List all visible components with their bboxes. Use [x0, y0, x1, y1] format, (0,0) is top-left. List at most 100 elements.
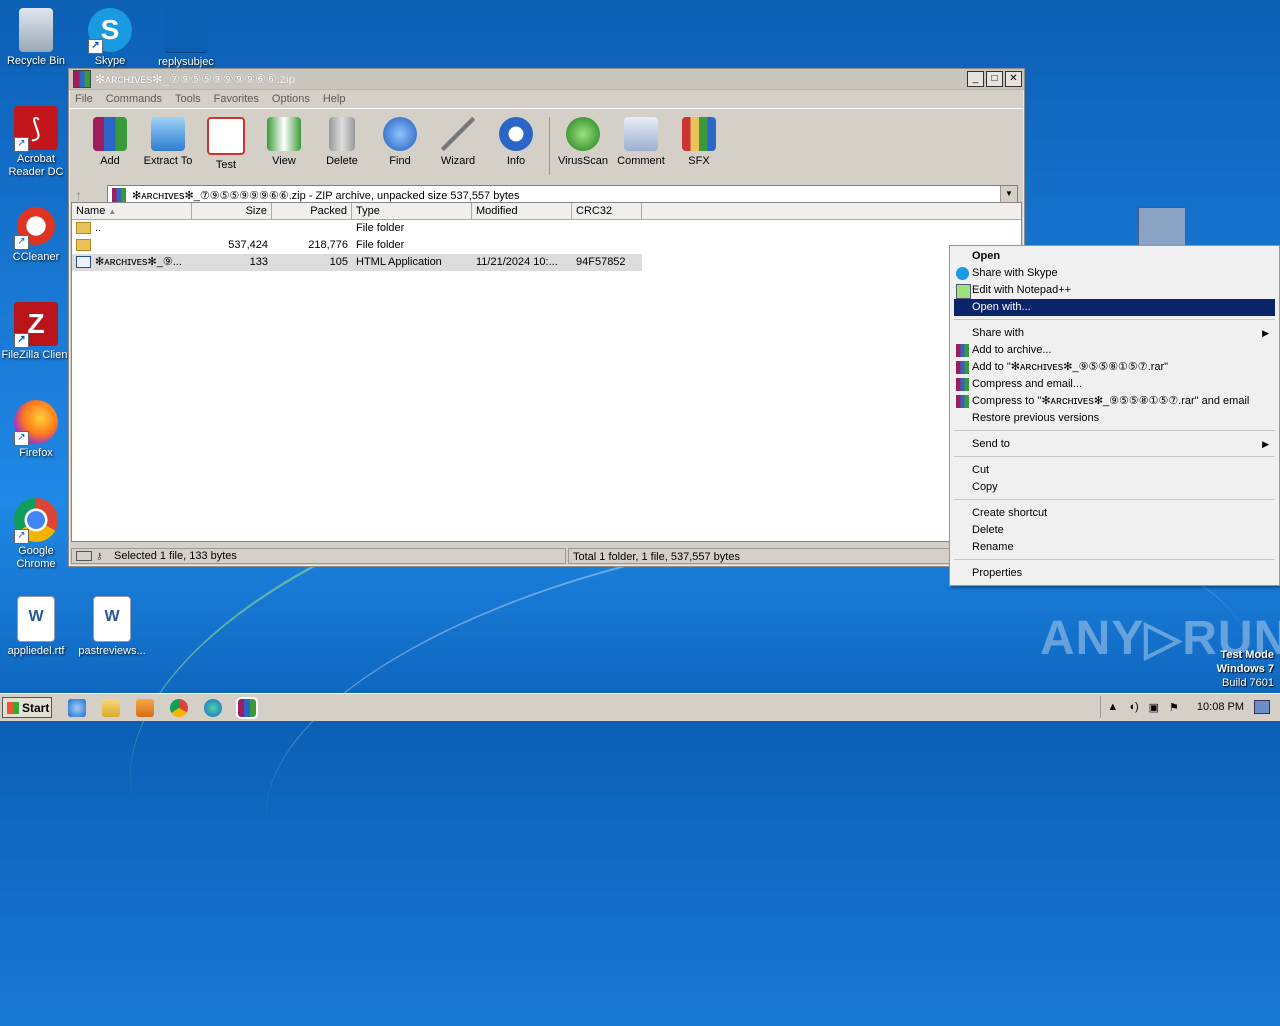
action-center-flag-icon[interactable]: ⚑ [1169, 701, 1179, 714]
menu-item-add-to-rar[interactable]: Add to "✻ᴀʀᴄʜɪᴠᴇѕ✻_⑨⑤⑤⑧①⑤⑦.rar" [954, 359, 1275, 376]
column-type[interactable]: Type [352, 203, 472, 219]
table-row[interactable]: .. File folder [72, 220, 1021, 237]
menu-item-open[interactable]: Open [954, 248, 1275, 265]
key-icon: ⚷ [96, 551, 103, 561]
volume-icon[interactable]: ◖) [1128, 701, 1138, 713]
desktop-icon-filezilla[interactable]: Z ↗ FileZilla Client [0, 302, 72, 362]
desktop-icon-ccleaner[interactable]: ↗ CCleaner [0, 204, 72, 264]
toolbar: Add Extract To Test View Delete Find Wiz… [69, 108, 1024, 183]
clipboard-check-icon [207, 117, 245, 155]
title-bar[interactable]: ✻ᴀʀᴄʜɪᴠᴇѕ✻_⑦⑨⑤⑤⑨⑨⑨⑨⑥⑥.zip _ □ ✕ [69, 69, 1024, 90]
menu-item-compress-to-rar-email[interactable]: Compress to "✻ᴀʀᴄʜɪᴠᴇѕ✻_⑨⑤⑤⑧①⑤⑦.rar" and… [954, 393, 1275, 410]
skype-icon [956, 267, 969, 280]
start-button[interactable]: Start [2, 697, 52, 718]
archive-icon [112, 188, 126, 202]
toolbar-delete-button[interactable]: Delete [313, 117, 371, 167]
menu-item-share-with[interactable]: Share with ▶ [954, 325, 1275, 342]
toolbar-info-button[interactable]: Info [487, 117, 545, 167]
menu-file[interactable]: File [75, 93, 93, 105]
toolbar-add-button[interactable]: Add [81, 117, 139, 167]
toolbar-comment-button[interactable]: Comment [612, 117, 670, 167]
menu-tools[interactable]: Tools [175, 93, 201, 105]
menu-item-open-with[interactable]: Open with... [954, 299, 1275, 316]
menu-item-add-archive[interactable]: Add to archive... [954, 342, 1275, 359]
show-desktop-icon[interactable] [1254, 700, 1270, 714]
menu-item-delete[interactable]: Delete [954, 522, 1275, 539]
status-left: ⚷ Selected 1 file, 133 bytes [71, 548, 566, 564]
menu-help[interactable]: Help [323, 93, 346, 105]
toolbar-wizard-button[interactable]: Wizard [429, 117, 487, 167]
menu-item-share-skype[interactable]: Share with Skype [954, 265, 1275, 282]
menu-commands[interactable]: Commands [106, 93, 162, 105]
file-list[interactable]: Name ▲ Size Packed Type Modified CRC32 .… [71, 202, 1022, 542]
path-text: ✻ᴀʀᴄʜɪᴠᴇѕ✻_⑦⑨⑤⑤⑨⑨⑨⑥⑥.zip - ZIP archive, … [132, 189, 520, 202]
column-modified[interactable]: Modified [472, 203, 572, 219]
desktop-window-icon [1138, 207, 1186, 249]
desktop-icon-firefox[interactable]: ↗ Firefox [0, 400, 72, 460]
menu-separator [954, 319, 1275, 320]
desktop-icon-chrome[interactable]: ↗ Google Chrome [0, 498, 72, 571]
menu-item-restore[interactable]: Restore previous versions [954, 410, 1275, 427]
test-mode-label: Test Mode Windows 7 Build 7601 [1216, 649, 1274, 689]
column-packed[interactable]: Packed [272, 203, 352, 219]
column-size[interactable]: Size [192, 203, 272, 219]
internet-explorer-icon[interactable] [68, 698, 86, 717]
taskbar: Start ▲ ◖) ▣ ⚑ 10:08 PM [0, 693, 1280, 721]
menu-item-copy[interactable]: Copy [954, 479, 1275, 496]
explorer-folder-icon[interactable] [102, 698, 120, 717]
status-bar: ⚷ Selected 1 file, 133 bytes Total 1 fol… [69, 546, 1024, 566]
clock[interactable]: 10:08 PM [1197, 701, 1244, 713]
desktop-icon-skype[interactable]: S ↗ Skype [74, 8, 146, 68]
wand-icon [441, 117, 475, 151]
minimize-button[interactable]: _ [967, 71, 984, 87]
maximize-button[interactable]: □ [986, 71, 1003, 87]
toolbar-virusscan-button[interactable]: VirusScan [554, 117, 612, 167]
winrar-taskbar-icon[interactable] [236, 696, 258, 719]
sfx-icon [682, 117, 716, 151]
add-icon [93, 117, 127, 151]
desktop-icon-appliedel[interactable]: W appliedel.rtf [0, 596, 72, 658]
menu-options[interactable]: Options [272, 93, 310, 105]
table-row-selected[interactable]: ✻ᴀʀᴄʜɪᴠᴇѕ✻_⑨... 133 105 HTML Application… [72, 254, 642, 271]
up-arrow-icon[interactable]: ↑ [75, 187, 107, 203]
menu-item-cut[interactable]: Cut [954, 462, 1275, 479]
toolbar-extract-button[interactable]: Extract To [139, 117, 197, 167]
chrome-icon[interactable] [170, 698, 188, 717]
winrar-window: ✻ᴀʀᴄʜɪᴠᴇѕ✻_⑦⑨⑤⑤⑨⑨⑨⑨⑥⑥.zip _ □ ✕ File Com… [68, 68, 1025, 567]
desktop-icon-pastreviews[interactable]: W pastreviews... [76, 596, 148, 658]
menu-separator [954, 456, 1275, 457]
info-icon [499, 117, 533, 151]
file-icon [164, 8, 208, 53]
magnifier-icon [383, 117, 417, 151]
menu-item-compress-email[interactable]: Compress and email... [954, 376, 1275, 393]
menu-item-properties[interactable]: Properties [954, 565, 1275, 582]
menu-favorites[interactable]: Favorites [214, 93, 259, 105]
desktop-icon-acrobat[interactable]: ⟆ ↗ Acrobat Reader DC [0, 106, 72, 179]
system-tray: ▲ ◖) ▣ ⚑ 10:08 PM [1100, 696, 1280, 718]
desktop-icon-recycle-bin[interactable]: Recycle Bin [0, 8, 72, 68]
menu-item-create-shortcut[interactable]: Create shortcut [954, 505, 1275, 522]
tray-expand-icon[interactable]: ▲ [1107, 701, 1118, 713]
chevron-down-icon[interactable]: ▼ [1000, 186, 1017, 202]
menu-item-edit-notepad[interactable]: Edit with Notepad++ [954, 282, 1275, 299]
context-menu: Open Share with Skype Edit with Notepad+… [949, 245, 1280, 586]
close-button[interactable]: ✕ [1005, 71, 1022, 87]
toolbar-view-button[interactable]: View [255, 117, 313, 167]
windows-flag-icon [7, 701, 19, 714]
edge-icon[interactable] [204, 698, 222, 717]
toolbar-sfx-button[interactable]: SFX [670, 117, 728, 167]
toolbar-test-button[interactable]: Test [197, 117, 255, 171]
table-row[interactable]: 537,424 218,776 File folder [72, 237, 1021, 254]
folder-icon [76, 222, 91, 235]
network-icon[interactable]: ▣ [1149, 701, 1159, 714]
winrar-icon [73, 70, 91, 88]
toolbar-find-button[interactable]: Find [371, 117, 429, 167]
column-crc32[interactable]: CRC32 [572, 203, 642, 219]
ccleaner-icon: ↗ [14, 204, 58, 250]
desktop-icon-replysubjec[interactable]: replysubjec [150, 8, 222, 69]
menu-item-rename[interactable]: Rename [954, 539, 1275, 556]
media-player-icon[interactable] [136, 698, 154, 717]
column-name[interactable]: Name ▲ [72, 203, 192, 219]
winrar-icon [956, 344, 969, 357]
menu-item-send-to[interactable]: Send to ▶ [954, 436, 1275, 453]
